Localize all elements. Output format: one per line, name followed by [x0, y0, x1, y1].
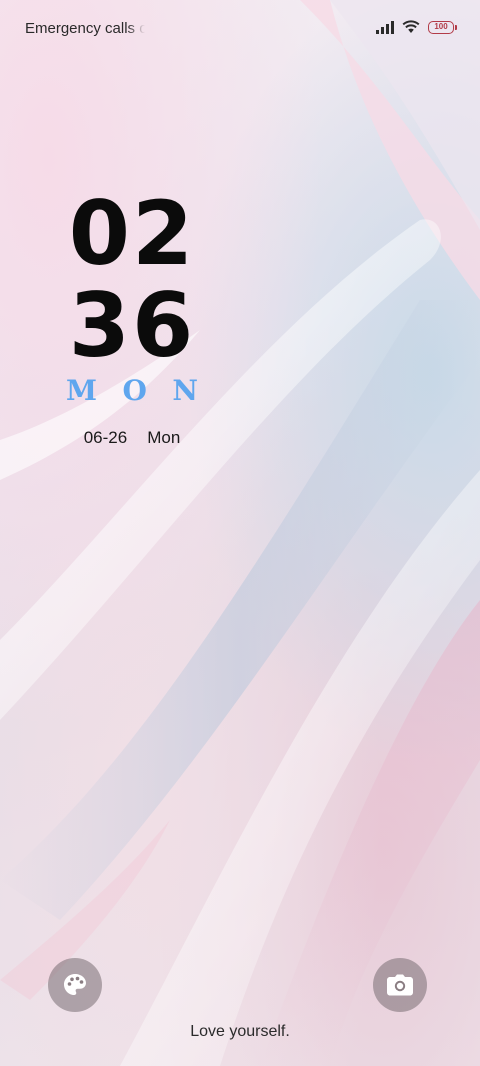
- clock-hours: 02: [68, 182, 196, 285]
- status-icons: 100: [376, 20, 457, 34]
- battery-icon: 100: [428, 20, 457, 34]
- weekday-large: M O N: [62, 376, 202, 406]
- signal-icon: [376, 20, 394, 34]
- palette-icon: [64, 974, 86, 995]
- date-line: 06-26 Mon: [62, 428, 202, 448]
- theme-shortcut-button[interactable]: [48, 958, 102, 1012]
- camera-shortcut-button[interactable]: [373, 958, 427, 1012]
- weekday-text: Mon: [147, 428, 181, 447]
- weekday-letter: N: [172, 374, 198, 407]
- lock-screen: Emergency calls o 100 02 36 M O N 06-26 …: [0, 0, 480, 1066]
- wallpaper: [0, 0, 480, 1066]
- weekday-letter: O: [122, 374, 147, 407]
- camera-icon: [387, 974, 413, 996]
- status-bar: Emergency calls o 100: [0, 0, 480, 56]
- lock-screen-message: Love yourself.: [190, 1023, 290, 1040]
- carrier-text: Emergency calls o: [25, 20, 145, 37]
- clock-minutes: 36: [68, 274, 196, 377]
- date-text: 06-26: [83, 428, 128, 447]
- weekday-letter: M: [66, 374, 97, 407]
- clock-widget[interactable]: 02 36 M O N 06-26 Mon: [62, 188, 202, 448]
- wifi-icon: [402, 20, 420, 33]
- battery-level: 100: [434, 22, 448, 31]
